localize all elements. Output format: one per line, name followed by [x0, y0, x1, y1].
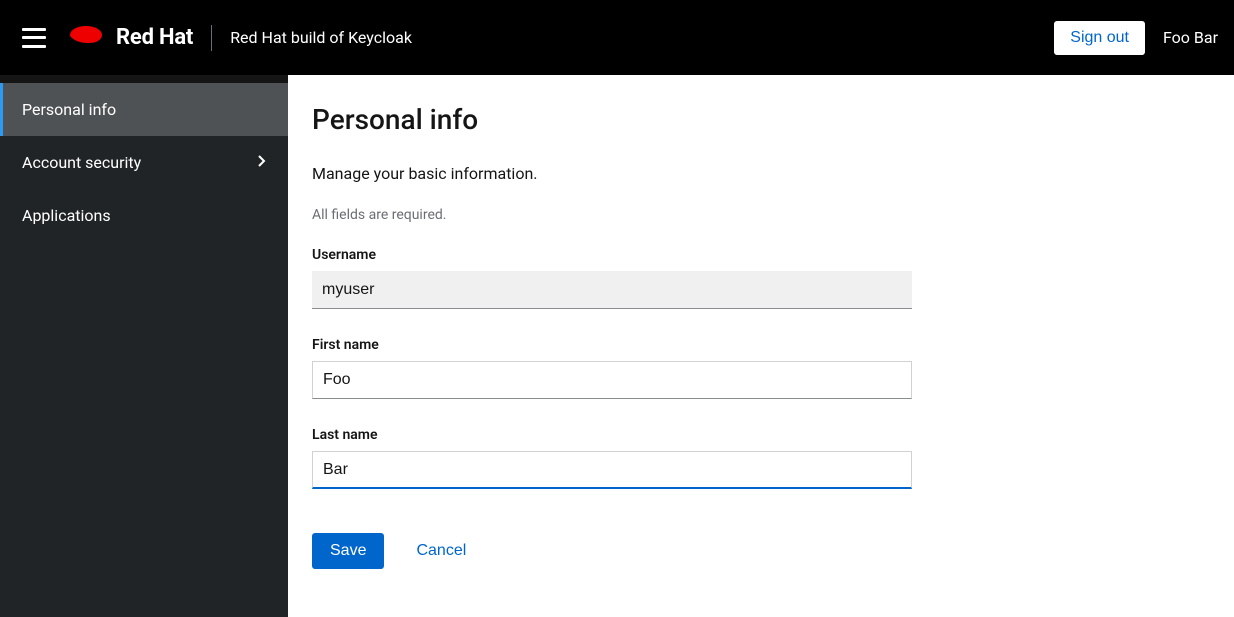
first-name-label: First name: [312, 337, 912, 353]
sidebar-item-label: Personal info: [22, 100, 116, 119]
first-name-field[interactable]: [312, 361, 912, 399]
sidebar: Personal info Account security Applicati…: [0, 75, 288, 617]
sidebar-item-label: Applications: [22, 206, 111, 225]
page-subtitle: Manage your basic information.: [312, 164, 1210, 183]
save-button[interactable]: Save: [312, 533, 384, 569]
required-note: All fields are required.: [312, 207, 1210, 223]
last-name-field[interactable]: [312, 451, 912, 489]
last-name-label: Last name: [312, 427, 912, 443]
redhat-logo-icon: [64, 22, 106, 54]
sidebar-item-personal-info[interactable]: Personal info: [0, 83, 288, 136]
sidebar-item-label: Account security: [22, 153, 141, 172]
sign-out-button[interactable]: Sign out: [1054, 21, 1145, 55]
form-group-last-name: Last name: [312, 427, 912, 489]
app-title: Red Hat build of Keycloak: [230, 28, 412, 47]
sidebar-top-band: [0, 75, 288, 83]
brand: Red Hat: [64, 22, 193, 54]
brand-name: Red Hat: [116, 25, 193, 50]
form-group-username: Username: [312, 247, 912, 309]
chevron-right-icon: [258, 155, 266, 171]
sidebar-item-applications[interactable]: Applications: [0, 189, 288, 242]
form-group-first-name: First name: [312, 337, 912, 399]
header-divider: [211, 25, 212, 51]
header-right: Sign out Foo Bar: [1054, 21, 1218, 55]
cancel-button[interactable]: Cancel: [400, 533, 482, 569]
main-content: Personal info Manage your basic informat…: [288, 75, 1234, 617]
sidebar-item-account-security[interactable]: Account security: [0, 136, 288, 189]
username-label: Username: [312, 247, 912, 263]
form-actions: Save Cancel: [312, 533, 1210, 569]
layout: Personal info Account security Applicati…: [0, 75, 1234, 617]
menu-toggle-button[interactable]: [22, 28, 46, 48]
user-display-name: Foo Bar: [1163, 28, 1218, 47]
header-left: Red Hat Red Hat build of Keycloak: [16, 22, 412, 54]
username-field: [312, 271, 912, 309]
page-title: Personal info: [312, 103, 1210, 136]
header: Red Hat Red Hat build of Keycloak Sign o…: [0, 0, 1234, 75]
